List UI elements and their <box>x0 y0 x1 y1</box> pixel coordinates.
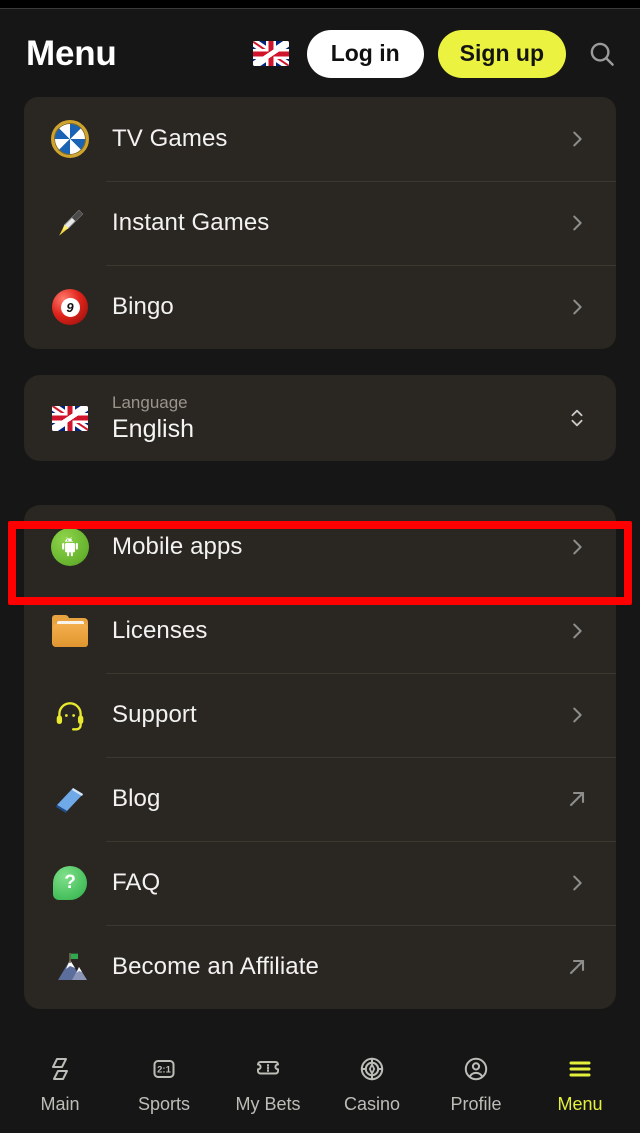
nav-item-label: Sports <box>137 1093 191 1114</box>
menu-item-label: Support <box>112 701 197 728</box>
row-divider <box>106 757 616 758</box>
book-icon <box>48 777 92 821</box>
uk-flag-icon <box>252 41 289 66</box>
person-circle-icon <box>461 1053 491 1085</box>
hamburger-icon <box>565 1053 595 1085</box>
status-bar <box>0 0 640 9</box>
language-selector[interactable]: Language English <box>24 375 616 461</box>
menu-item-label: Instant Games <box>112 209 270 236</box>
menu-item-label: TV Games <box>112 125 228 152</box>
nav-item-sports[interactable]: 2:1 Sports <box>114 1053 214 1115</box>
odds-2-1-icon: 2:1 <box>149 1053 179 1085</box>
menu-scroll-area[interactable]: TV Games Instant Games 9 Bingo Language … <box>0 97 640 1040</box>
row-divider <box>106 181 616 182</box>
main-tiles-icon <box>45 1053 75 1085</box>
chevron-right-icon <box>564 534 590 560</box>
app-root: Menu Log in Sign up TV Games Instant Gam… <box>0 0 640 1133</box>
row-divider <box>106 925 616 926</box>
menu-item-blog[interactable]: Blog <box>24 757 616 841</box>
language-caption: Language <box>112 393 188 413</box>
menu-item-label: FAQ <box>112 869 161 896</box>
uk-flag-icon <box>48 396 92 440</box>
external-link-icon <box>564 954 590 980</box>
rocket-icon <box>48 201 92 245</box>
chevron-right-icon <box>564 618 590 644</box>
chevron-right-icon <box>564 870 590 896</box>
games-card: TV Games Instant Games 9 Bingo <box>24 97 616 349</box>
nav-item-main[interactable]: Main <box>10 1053 110 1115</box>
chevron-right-icon <box>564 126 590 152</box>
nav-item-label: Main <box>40 1093 80 1114</box>
android-robot-icon <box>48 525 92 569</box>
menu-item-label: Mobile apps <box>112 533 243 560</box>
menu-item-label: Licenses <box>112 617 208 644</box>
menu-item-become-an-affiliate[interactable]: Become an Affiliate <box>24 925 616 1009</box>
chevron-right-icon <box>564 294 590 320</box>
nav-item-label: My Bets <box>235 1093 301 1114</box>
chevron-right-icon <box>564 702 590 728</box>
nav-item-my-bets[interactable]: My Bets <box>218 1053 318 1115</box>
signup-button[interactable]: Sign up <box>437 29 566 78</box>
nav-item-label: Casino <box>343 1093 401 1114</box>
menu-item-label: Bingo <box>112 293 174 320</box>
nav-item-label: Profile <box>450 1093 502 1114</box>
menu-item-label: Become an Affiliate <box>112 953 319 980</box>
chevron-up-down-icon[interactable] <box>564 405 590 431</box>
row-divider <box>106 841 616 842</box>
question-bubble-icon: ? <box>48 861 92 905</box>
nav-item-profile[interactable]: Profile <box>426 1053 526 1115</box>
nav-item-casino[interactable]: Casino <box>322 1053 422 1115</box>
menu-item-faq[interactable]: ? FAQ <box>24 841 616 925</box>
external-link-icon <box>564 786 590 812</box>
mountain-flag-icon <box>48 945 92 989</box>
row-divider <box>106 673 616 674</box>
menu-item-tv-games[interactable]: TV Games <box>24 97 616 181</box>
nav-item-menu[interactable]: Menu <box>530 1053 630 1115</box>
login-button[interactable]: Log in <box>306 29 424 78</box>
menu-item-label: Blog <box>112 785 161 812</box>
headset-icon <box>48 693 92 737</box>
wheel-of-fortune-icon <box>48 117 92 161</box>
menu-item-bingo[interactable]: 9 Bingo <box>24 265 616 349</box>
svg-text:2:1: 2:1 <box>157 1064 171 1075</box>
menu-item-instant-games[interactable]: Instant Games <box>24 181 616 265</box>
menu-item-licenses[interactable]: Licenses <box>24 589 616 673</box>
page-title: Menu <box>26 33 117 73</box>
menu-item-mobile-apps[interactable]: Mobile apps <box>24 505 616 589</box>
casino-chip-icon <box>357 1053 387 1085</box>
ticket-icon <box>253 1053 283 1085</box>
nav-item-label: Menu <box>557 1093 603 1114</box>
bottom-navigation: Main 2:1 Sports My Bets Casino Profile M… <box>0 1040 640 1133</box>
search-icon[interactable] <box>582 34 622 74</box>
page-header: Menu Log in Sign up <box>0 10 640 97</box>
billiard-ball-9-icon: 9 <box>48 285 92 329</box>
row-divider <box>106 265 616 266</box>
info-card: Mobile apps Licenses Support Blog ? FAQ … <box>24 505 616 1009</box>
menu-item-support[interactable]: Support <box>24 673 616 757</box>
chevron-right-icon <box>564 210 590 236</box>
folder-icon <box>48 609 92 653</box>
language-value: English <box>112 414 194 443</box>
